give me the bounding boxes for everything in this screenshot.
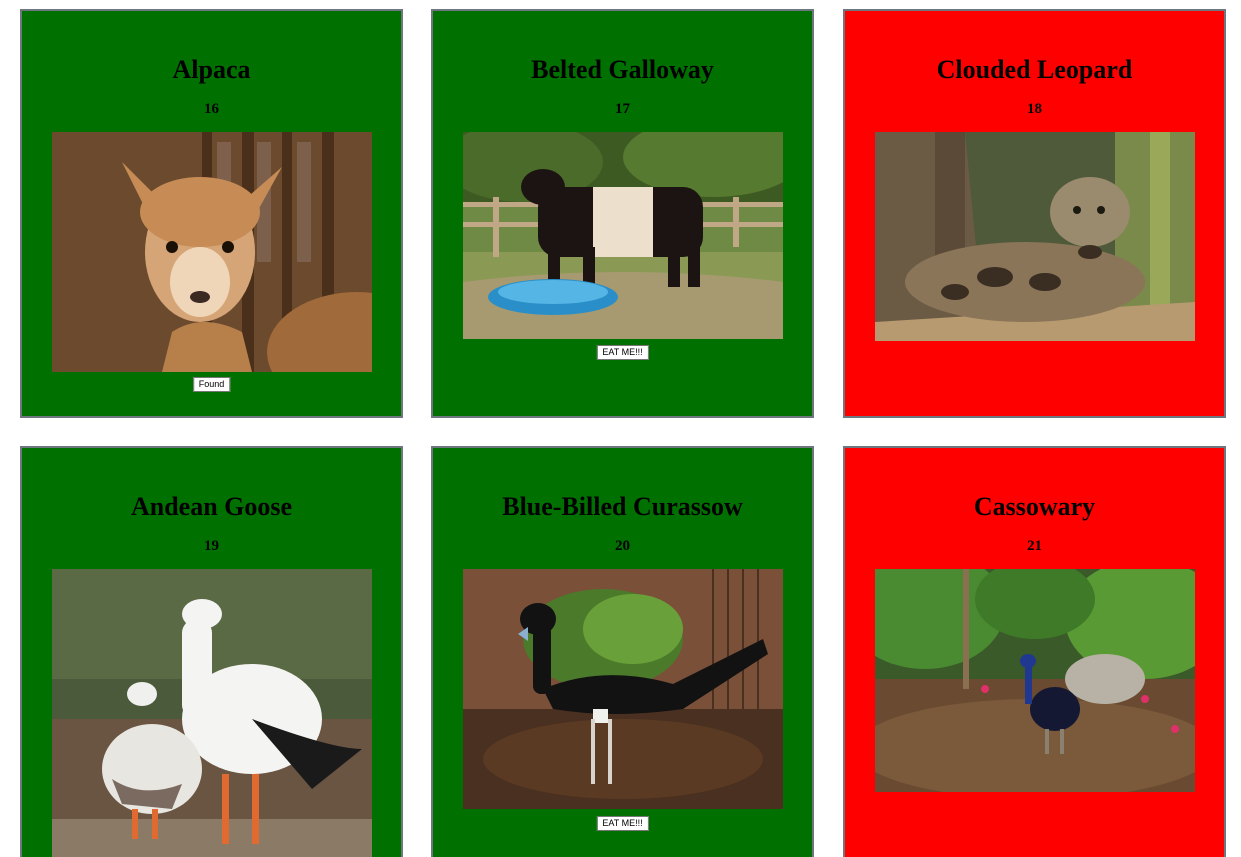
found-button[interactable]: Found xyxy=(192,377,231,392)
card-number: 17 xyxy=(615,101,630,117)
card-title: Blue-Billed Curassow xyxy=(502,492,743,521)
eat-me-button[interactable]: EAT ME!!! xyxy=(596,345,649,360)
card-title: Cassowary xyxy=(973,492,1096,521)
animal-card-andean-goose: Andean Goose 19 xyxy=(20,446,403,857)
card-number: 19 xyxy=(204,538,219,554)
card-title: Alpaca xyxy=(172,55,251,84)
card-number: 18 xyxy=(1027,101,1042,117)
animal-card-clouded-leopard: Clouded Leopard 18 xyxy=(843,9,1226,418)
belted-galloway-photo xyxy=(463,132,783,339)
card-title: Andean Goose xyxy=(130,492,293,521)
card-number: 16 xyxy=(204,101,219,117)
animal-card-alpaca: Alpaca 16 Found xyxy=(20,9,403,418)
card-title: Belted Galloway xyxy=(531,55,714,84)
cassowary-photo xyxy=(875,569,1195,792)
animal-card-cassowary: Cassowary 21 xyxy=(843,446,1226,857)
alpaca-photo xyxy=(52,132,372,372)
animal-card-belted-galloway: Belted Galloway 17 EAT ME!!! xyxy=(431,9,814,418)
andean-goose-photo xyxy=(52,569,372,857)
card-number: 21 xyxy=(1027,538,1042,554)
card-number: 20 xyxy=(615,538,630,554)
animal-card-blue-billed-curassow: Blue-Billed Curassow 20 EAT ME!!! xyxy=(431,446,814,857)
eat-me-button[interactable]: EAT ME!!! xyxy=(596,816,649,831)
clouded-leopard-photo xyxy=(875,132,1195,341)
card-title: Clouded Leopard xyxy=(936,55,1133,84)
blue-billed-curassow-photo xyxy=(463,569,783,809)
